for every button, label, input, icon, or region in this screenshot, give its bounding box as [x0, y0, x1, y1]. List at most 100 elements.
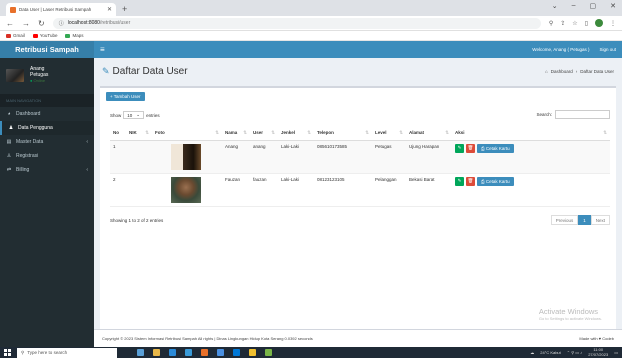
- bookmark-gmail[interactable]: Gmail: [6, 33, 25, 38]
- cell-nik: [126, 173, 152, 207]
- notification-icon[interactable]: ▭: [614, 350, 618, 355]
- entries-select[interactable]: 10 ⌄: [123, 111, 145, 119]
- vscode-icon[interactable]: [217, 349, 224, 356]
- chevron-down-icon[interactable]: ⌄: [552, 2, 558, 10]
- info-icon[interactable]: ⓘ: [59, 20, 64, 27]
- search-input[interactable]: [555, 110, 610, 119]
- edge-icon[interactable]: [233, 349, 240, 356]
- sort-icon: ⇅: [243, 129, 247, 135]
- col-alamat[interactable]: Alamat ⇅: [406, 126, 452, 141]
- welcome-text[interactable]: Welcome, Anang ( Petugas ): [532, 47, 589, 52]
- edit-button[interactable]: ✎: [455, 176, 464, 186]
- sort-icon: ⇅: [445, 129, 449, 135]
- tray-icons[interactable]: ⌃ ⚲ ▭ ♪: [567, 350, 582, 355]
- edit-button[interactable]: ✎: [455, 143, 464, 153]
- browser-tab[interactable]: Data User | Laser Retribusi Sampah ✕: [6, 3, 116, 16]
- chrome-icon[interactable]: [249, 349, 256, 356]
- copyright-text: Copyright © 2023 Sistem Informasi Retrib…: [102, 336, 313, 341]
- maximize-button[interactable]: ▢: [590, 2, 597, 10]
- sidebar-item-dashboard[interactable]: ◕ Dashboard: [0, 107, 94, 121]
- table-search: Search:: [536, 110, 610, 119]
- app-icon[interactable]: [265, 349, 272, 356]
- breadcrumb-dashboard[interactable]: Dashboard: [551, 69, 573, 74]
- xampp-icon[interactable]: [201, 349, 208, 356]
- col-aksi[interactable]: Aksi ⇅: [452, 126, 610, 141]
- sort-icon: ⇅: [215, 129, 219, 135]
- cell-nama: Fauzan: [222, 173, 250, 207]
- cell-telepon: 08123123105: [314, 173, 372, 207]
- cell-user: fauzan: [250, 173, 278, 207]
- minimize-button[interactable]: –: [572, 2, 576, 10]
- taskview-icon[interactable]: [137, 349, 144, 356]
- file-explorer-icon[interactable]: [153, 349, 160, 356]
- sidebar-item-data-pengguna[interactable]: ♟ Data Pengguna: [0, 121, 94, 135]
- bookmarks-bar: Gmail YouTube Maps: [0, 31, 622, 41]
- print-card-button[interactable]: ⎙ Cetak Kartu: [477, 143, 514, 153]
- app-logo[interactable]: Retribusi Sampah: [0, 41, 94, 58]
- breadcrumb-separator: ›: [575, 68, 578, 74]
- menu-dots-icon[interactable]: ⋮: [610, 20, 616, 27]
- cell-nik: [126, 140, 152, 174]
- chevron-left-icon: ‹: [86, 167, 88, 173]
- share-icon[interactable]: ⇪: [560, 20, 565, 27]
- hamburger-icon[interactable]: ≡: [100, 45, 105, 54]
- reload-icon[interactable]: ↻: [38, 19, 45, 28]
- top-navbar: ≡ Welcome, Anang ( Petugas ) Sign out: [94, 41, 622, 58]
- prev-page-button[interactable]: Previous: [550, 215, 579, 225]
- made-with-text: Made with ♥ Codeb: [579, 336, 614, 341]
- sidepanel-icon[interactable]: ▯: [585, 20, 588, 27]
- edit-icon: ✎: [102, 65, 110, 76]
- col-no[interactable]: No: [110, 126, 126, 141]
- url-field[interactable]: ⓘ localhost:8080/retribusi/user: [52, 17, 541, 29]
- star-icon[interactable]: ☆: [572, 20, 577, 27]
- cell-alamat: Ujung Harapan: [406, 140, 452, 174]
- forward-arrow-icon[interactable]: →: [22, 19, 30, 28]
- cell-level: Pelanggan: [372, 173, 406, 207]
- sidebar-item-master-data[interactable]: ▤ Master Data ‹: [0, 135, 94, 149]
- main-content: ✎ Daftar Data User ⌂ Dashboard › Daftar …: [94, 58, 622, 347]
- sidebar-item-billing[interactable]: ⇄ Billing ‹: [0, 163, 94, 177]
- col-level[interactable]: Level ⇅: [372, 126, 406, 141]
- back-arrow-icon[interactable]: ←: [6, 19, 14, 28]
- next-page-button[interactable]: Next: [590, 215, 610, 225]
- close-tab-icon[interactable]: ✕: [107, 6, 112, 13]
- cell-jenkel: Laki-Laki: [278, 173, 314, 207]
- col-user[interactable]: User ⇅: [250, 126, 278, 141]
- user-add-icon: ♙: [6, 153, 12, 159]
- app-header: Retribusi Sampah ≡ Welcome, Anang ( Petu…: [0, 41, 622, 58]
- user-info: Anang Petugas ● Online: [30, 66, 48, 84]
- sidebar-item-registrasi[interactable]: ♙ Registrasi: [0, 149, 94, 163]
- weather-text[interactable]: 24°C Kabut: [540, 350, 561, 355]
- store-icon[interactable]: [185, 349, 192, 356]
- col-telepon[interactable]: Telepon ⇅: [314, 126, 372, 141]
- add-user-button[interactable]: + Tambah User: [106, 92, 145, 101]
- signout-link[interactable]: Sign out: [599, 47, 616, 52]
- page-1-button[interactable]: 1: [578, 215, 591, 225]
- bookmark-youtube[interactable]: YouTube: [32, 33, 57, 38]
- col-foto[interactable]: Foto ⇅: [152, 126, 222, 141]
- entries-length: Show 10 ⌄ entries: [110, 111, 160, 119]
- cell-no: 1: [110, 140, 126, 174]
- cell-no: 2: [110, 173, 126, 207]
- windows-start-icon[interactable]: [4, 349, 11, 356]
- bookmark-maps[interactable]: Maps: [65, 33, 83, 38]
- delete-button[interactable]: 🗑: [466, 176, 475, 186]
- clock[interactable]: 11:00 27/07/2023: [588, 347, 608, 357]
- close-window-button[interactable]: ✕: [610, 2, 616, 10]
- mail-icon[interactable]: [169, 349, 176, 356]
- col-nik[interactable]: NIK ⇅: [126, 126, 152, 141]
- profile-avatar[interactable]: [595, 19, 603, 27]
- taskbar-apps: [137, 349, 272, 356]
- taskbar-search[interactable]: ⚲ Type here to search: [17, 347, 117, 358]
- col-nama[interactable]: Nama ⇅: [222, 126, 250, 141]
- delete-button[interactable]: 🗑: [466, 143, 475, 153]
- list-icon: ▤: [6, 139, 12, 145]
- activate-windows-watermark: Activate Windows Go to Settings to activ…: [538, 307, 602, 321]
- table-header-row: No NIK ⇅ Foto ⇅ Nama ⇅ User ⇅ Jenkel ⇅ Telepo…: [110, 126, 610, 141]
- user-panel: Anang Petugas ● Online: [0, 58, 94, 92]
- zoom-icon[interactable]: ⚲: [549, 20, 553, 27]
- col-jenkel[interactable]: Jenkel ⇅: [278, 126, 314, 141]
- cell-nama: Anang: [222, 140, 250, 174]
- new-tab-button[interactable]: +: [122, 3, 127, 16]
- print-card-button[interactable]: ⎙ Cetak Kartu: [477, 176, 514, 186]
